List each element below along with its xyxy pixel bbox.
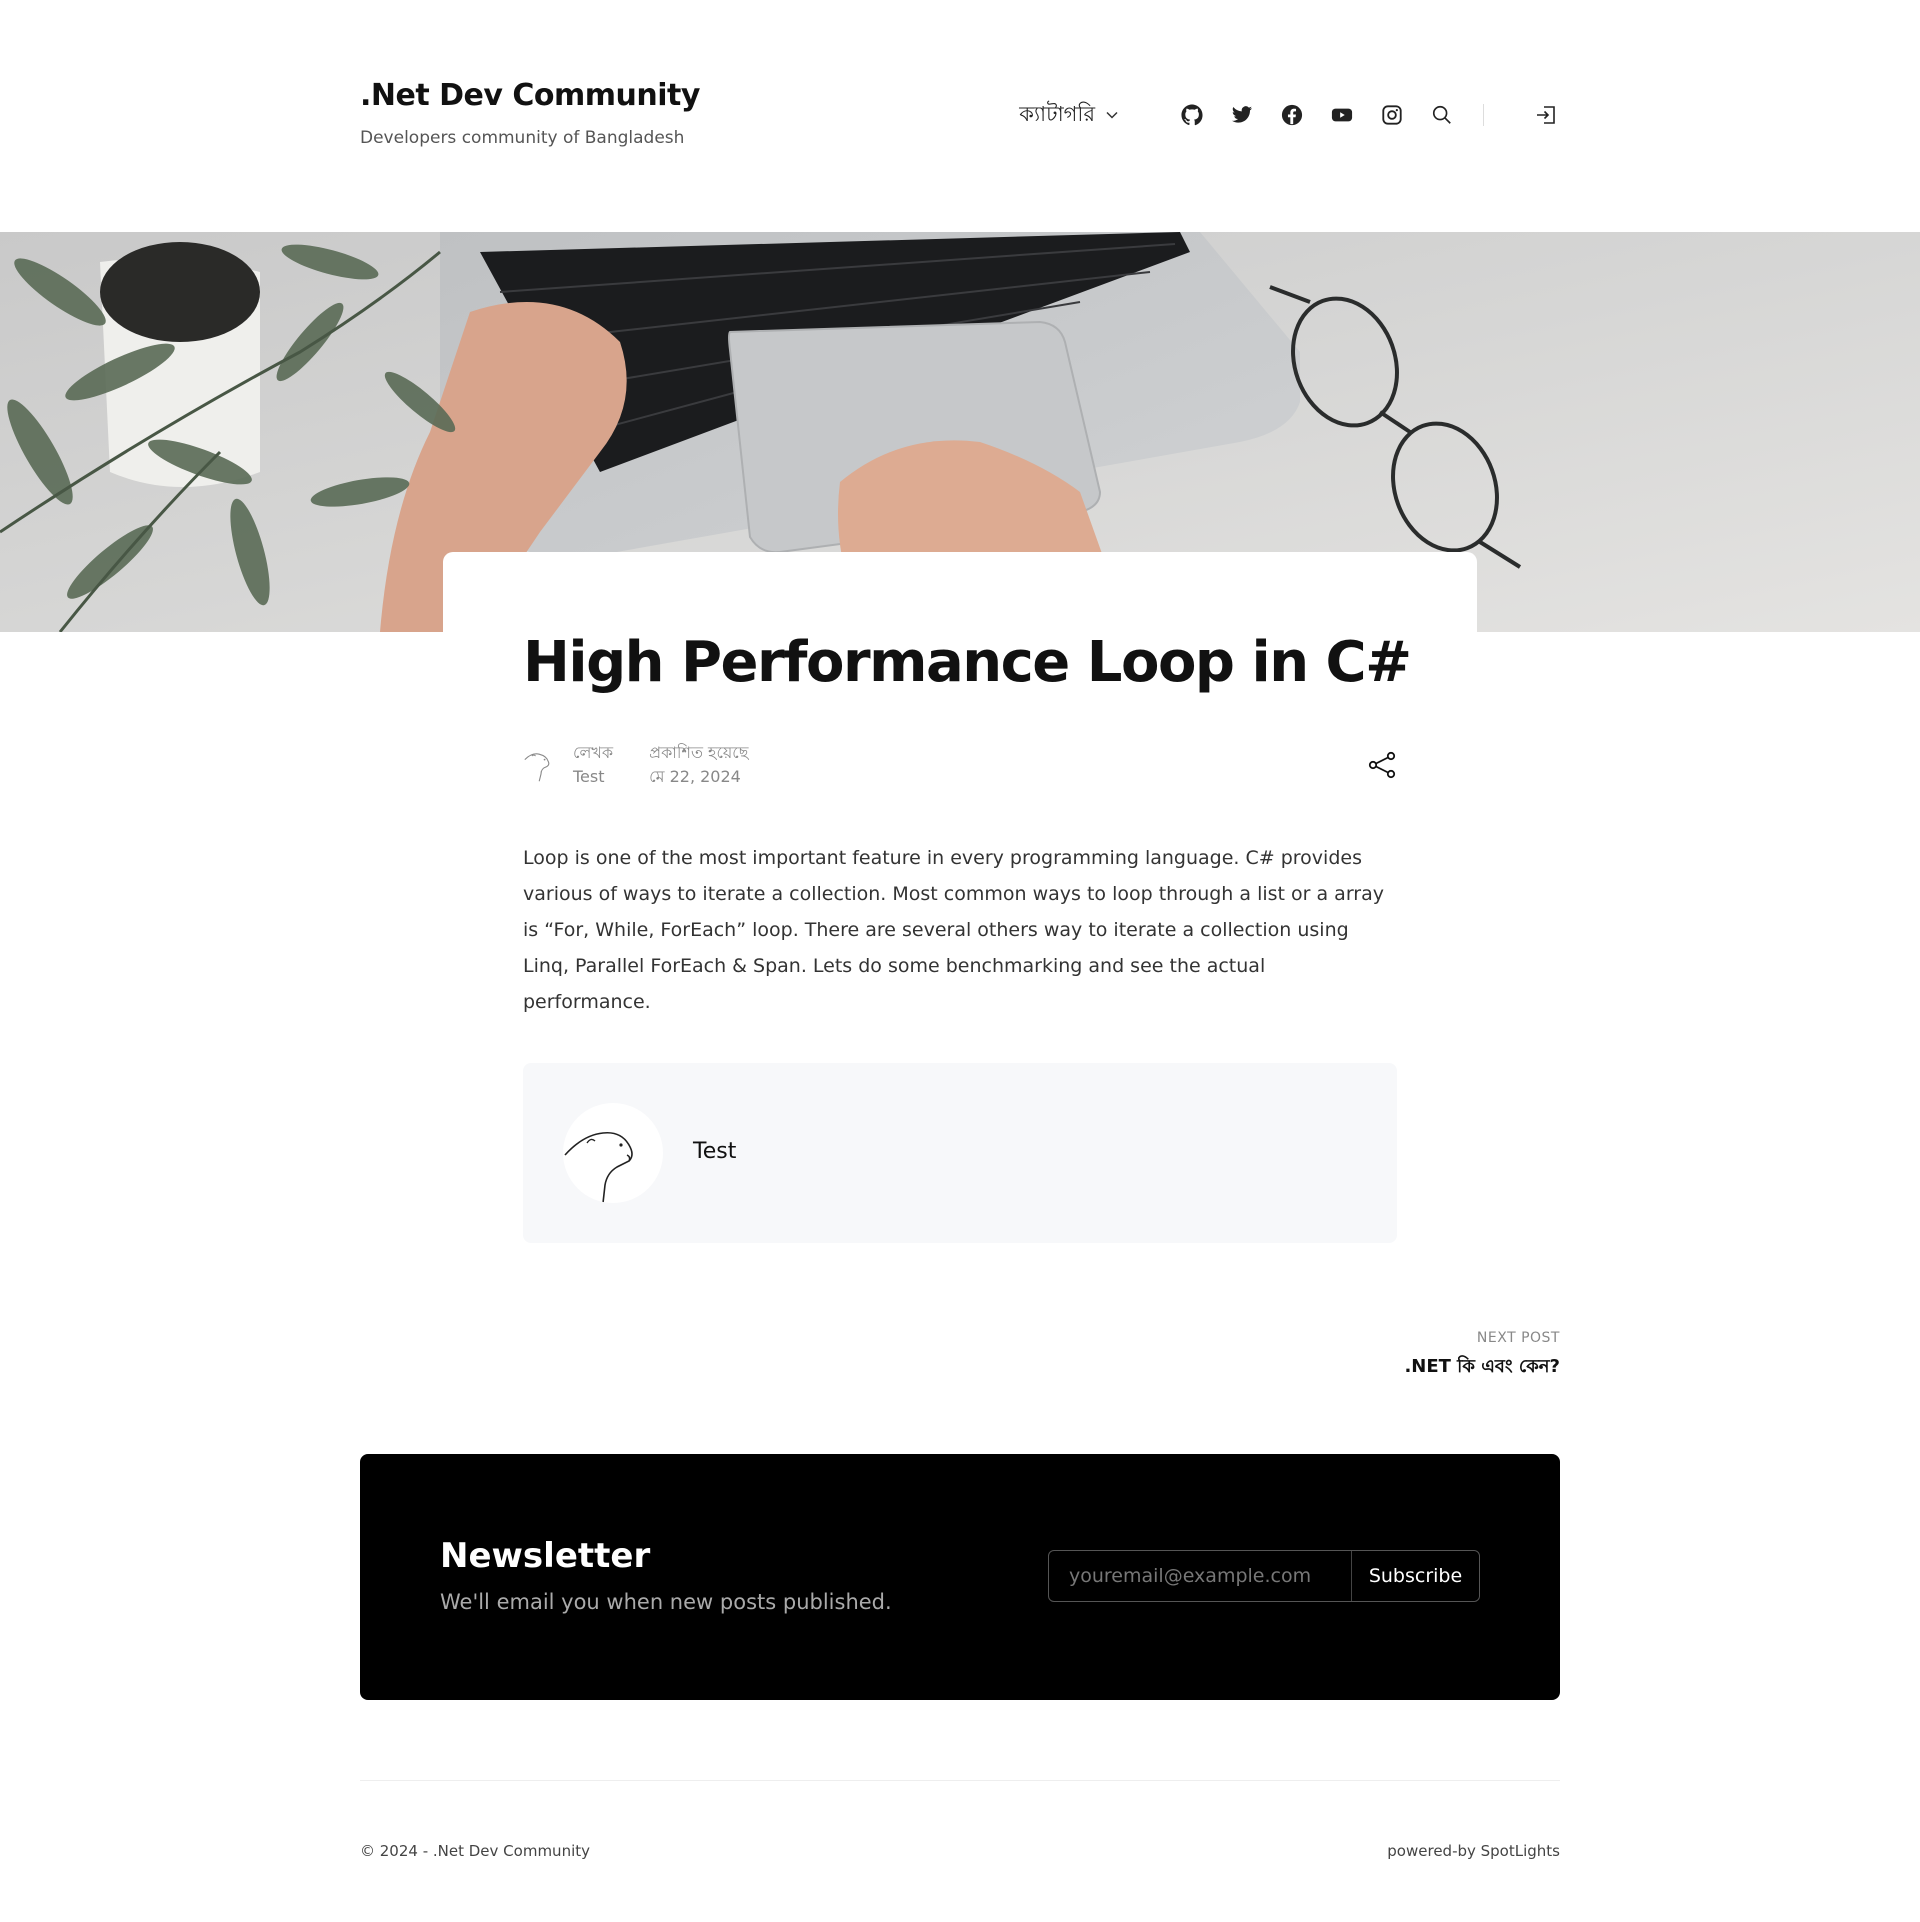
nav-divider (1483, 104, 1484, 126)
post-body: Loop is one of the most important featur… (523, 847, 1384, 1013)
published-date: মে 22, 2024 (649, 767, 741, 786)
facebook-icon[interactable] (1279, 102, 1305, 128)
published-label: প্রকাশিত হয়েছে (649, 743, 749, 762)
site-tagline: Developers community of Bangladesh (360, 128, 685, 148)
twitter-icon[interactable] (1229, 102, 1255, 128)
newsletter-form: Subscribe (1048, 1550, 1480, 1602)
post-title: High Performance Loop in C# (523, 630, 1412, 695)
author-avatar[interactable] (563, 1103, 663, 1203)
category-dropdown[interactable]: ক্যাটাগরি (1019, 98, 1119, 133)
main-nav: ক্যাটাগরি (1019, 100, 1560, 130)
next-post-link[interactable]: .NET কি এবং কেন? (1404, 1352, 1560, 1383)
footer-copyright: © 2024 - .Net Dev Community (360, 1842, 590, 1860)
author-avatar-icon (524, 753, 550, 782)
author-box: Test (523, 1063, 1397, 1243)
author-label: লেখক (573, 743, 614, 762)
newsletter-subtitle: We'll email you when new posts published… (440, 1590, 892, 1614)
instagram-icon[interactable] (1379, 102, 1405, 128)
footer-divider (360, 1780, 1560, 1781)
footer-powered-by[interactable]: powered-by SpotLights (1387, 1842, 1560, 1860)
chevron-down-icon (1106, 111, 1118, 119)
subscribe-button[interactable]: Subscribe (1351, 1551, 1479, 1601)
next-post-label: NEXT POST (1476, 1330, 1560, 1346)
newsletter-title: Newsletter (440, 1536, 651, 1576)
author-meta: লেখক Test (573, 741, 613, 789)
share-icon[interactable] (1367, 750, 1397, 780)
sign-in-icon[interactable] (1534, 102, 1560, 128)
site-header: .Net Dev Community Developers community … (360, 78, 1560, 158)
category-label: ক্যাটাগরি (1019, 101, 1095, 126)
newsletter-section: Newsletter We'll email you when new post… (360, 1454, 1560, 1700)
post-meta: লেখক Test প্রকাশিত হয়েছে মে 22, 2024 (523, 740, 1397, 790)
github-icon[interactable] (1179, 102, 1205, 128)
published-meta: প্রকাশিত হয়েছে মে 22, 2024 (649, 741, 748, 789)
youtube-icon[interactable] (1329, 102, 1355, 128)
next-post: NEXT POST .NET কি এবং কেন? (1404, 1330, 1560, 1383)
author-name[interactable]: Test (573, 765, 613, 789)
search-icon[interactable] (1429, 102, 1455, 128)
email-field[interactable] (1049, 1551, 1351, 1601)
author-box-name[interactable]: Test (693, 1139, 736, 1164)
